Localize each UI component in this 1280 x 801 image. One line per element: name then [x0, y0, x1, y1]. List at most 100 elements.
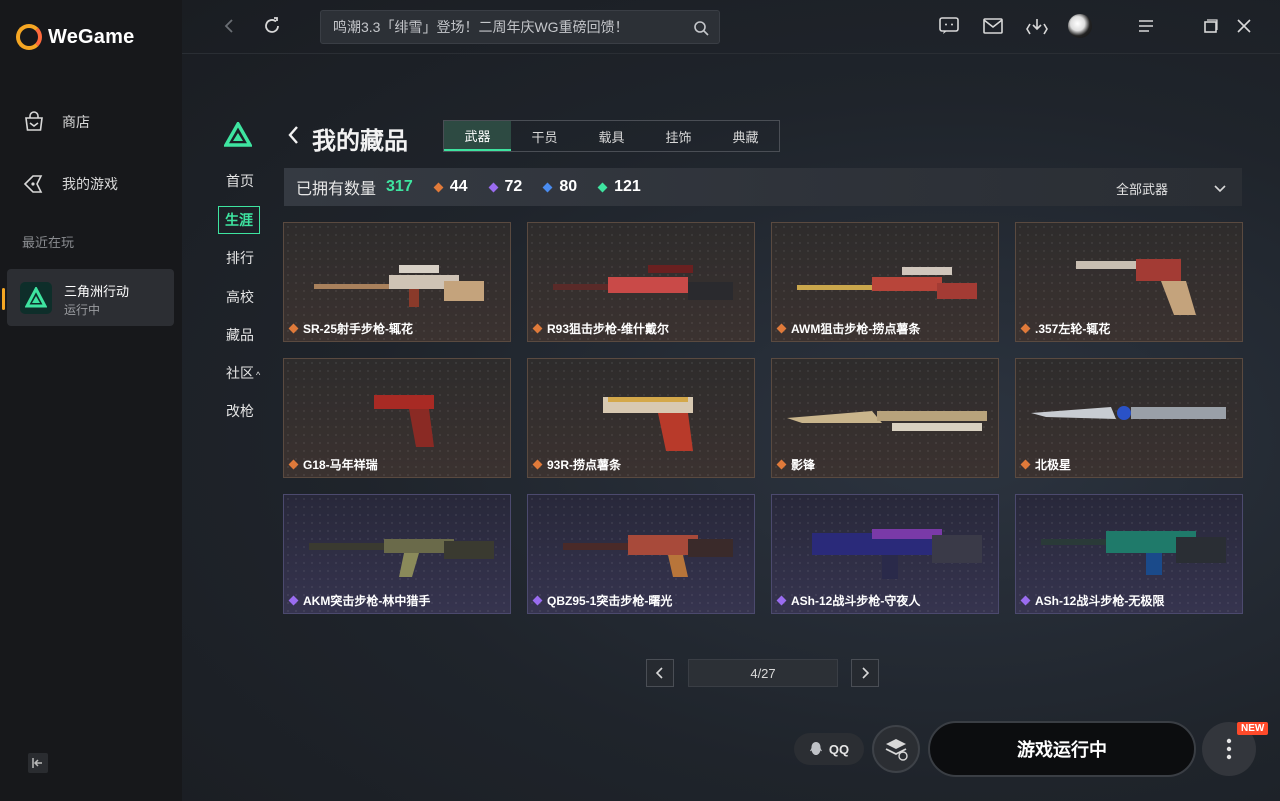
chat-button[interactable] [937, 14, 961, 38]
knife-icon [1031, 406, 1226, 420]
purple-rarity-icon [488, 182, 498, 192]
collapse-left-icon [32, 758, 42, 768]
item-card[interactable]: 北极星 [1015, 358, 1243, 478]
overlay-button[interactable] [872, 725, 920, 773]
orange-rarity-icon [288, 323, 299, 334]
game-running-button[interactable]: 游戏运行中 [928, 721, 1196, 777]
sidebar-item-store[interactable]: 商店 [22, 110, 90, 134]
close-button[interactable] [1232, 14, 1256, 38]
maximize-button[interactable] [1199, 14, 1223, 38]
wegame-logo[interactable]: WeGame [16, 24, 134, 50]
back-button[interactable] [218, 14, 242, 38]
green-rarity-icon [597, 182, 608, 192]
chevron-left-icon [224, 19, 233, 33]
item-card[interactable]: ASh-12战斗步枪-无极限 [1015, 494, 1243, 614]
pistol-icon [603, 397, 693, 451]
item-card[interactable]: SR-25射手步枪-辄花 [283, 222, 511, 342]
game-nav-label: 社区 [226, 365, 254, 381]
orange-rarity-icon [776, 459, 787, 470]
refresh-button[interactable] [260, 14, 284, 38]
game-logo-icon[interactable] [222, 120, 254, 153]
prev-page-button[interactable] [646, 659, 674, 687]
orange-rarity-icon [1020, 459, 1031, 470]
revolver-icon [1076, 259, 1196, 315]
item-card[interactable]: R93狙击步枪-维什戴尔 [527, 222, 755, 342]
chevron-left-icon [288, 126, 298, 144]
rarity-count-green: 121 [597, 178, 641, 196]
item-card[interactable]: AKM突击步枪-林中猎手 [283, 494, 511, 614]
item-name: 影锋 [776, 456, 815, 473]
store-bag-icon [25, 111, 43, 131]
collapse-sidebar-button[interactable] [28, 753, 48, 773]
item-card[interactable]: G18-马年祥瑞 [283, 358, 511, 478]
game-nav-gunsmith[interactable]: 改枪 [226, 401, 254, 421]
ownership-stats-bar: 已拥有数量 317 44 72 80 121 全部武器 [284, 168, 1242, 206]
item-name: G18-马年祥瑞 [288, 456, 378, 473]
app-sidebar: WeGame 商店 我的游戏 最近在玩 三角洲行动 运行中 [0, 0, 182, 801]
tab-collection[interactable]: 典藏 [712, 121, 779, 151]
search-input[interactable]: 鸣潮3.3「绯雪」登场！二周年庆WG重磅回馈！ [333, 17, 629, 37]
my-games-icon [23, 175, 43, 193]
game-nav-career[interactable]: 生涯 [218, 206, 260, 234]
category-tabs: 武器 干员 载具 挂饰 典藏 [443, 120, 780, 152]
qq-button[interactable]: QQ [794, 733, 864, 765]
purple-rarity-icon [1020, 595, 1031, 606]
next-page-button[interactable] [851, 659, 879, 687]
sidebar-item-my-games[interactable]: 我的游戏 [22, 172, 118, 196]
active-indicator [2, 288, 5, 310]
owned-count-label: 已拥有数量 [296, 181, 377, 198]
item-card[interactable]: AWM狙击步枪-捞点薯条 [771, 222, 999, 342]
item-card[interactable]: 影锋 [771, 358, 999, 478]
tab-weapons[interactable]: 武器 [444, 121, 511, 151]
item-card[interactable]: 93R-捞点薯条 [527, 358, 755, 478]
orange-rarity-icon [532, 459, 543, 470]
app-name: WeGame [48, 25, 135, 48]
page-title: 我的藏品 [312, 128, 408, 155]
wegame-logo-icon [16, 24, 42, 50]
weapon-filter-dropdown[interactable]: 全部武器 [1116, 179, 1226, 198]
sniper-rifle-icon [797, 267, 977, 299]
item-name: AWM狙击步枪-捞点薯条 [776, 320, 920, 337]
more-vertical-icon [1226, 738, 1232, 760]
game-nav-home[interactable]: 首页 [226, 171, 254, 191]
main-content: 鸣潮3.3「绯雪」登场！二周年庆WG重磅回馈！ 首页 生涯 排行 高校 藏品 社… [182, 0, 1280, 801]
recent-section-title: 最近在玩 [22, 235, 75, 250]
download-icon [1026, 19, 1048, 35]
tab-charms[interactable]: 挂饰 [645, 121, 712, 151]
pistol-icon [374, 395, 434, 447]
purple-rarity-icon [532, 595, 543, 606]
item-grid: SR-25射手步枪-辄花 R93狙击步枪-维什戴尔 AWM狙击步枪-捞点薯条 .… [283, 222, 1243, 614]
item-name: ASh-12战斗步枪-守夜人 [776, 592, 920, 609]
blue-rarity-icon [542, 182, 553, 192]
game-nav-ranking[interactable]: 排行 [226, 248, 254, 268]
page-back-button[interactable] [286, 124, 300, 151]
tab-operators[interactable]: 干员 [511, 121, 578, 151]
sniper-rifle-icon [553, 265, 733, 300]
chat-icon [939, 17, 959, 34]
item-card[interactable]: .357左轮-辄花 [1015, 222, 1243, 342]
item-name: .357左轮-辄花 [1020, 320, 1110, 337]
orange-rarity-icon [1020, 323, 1031, 334]
layers-icon [885, 739, 908, 761]
item-name: QBZ95-1突击步枪-曙光 [532, 592, 672, 609]
rarity-count-blue: 80 [542, 178, 577, 196]
game-nav-community[interactable]: 社区 ^ [226, 363, 260, 383]
download-button[interactable] [1025, 14, 1049, 38]
chevron-down-icon [1214, 184, 1226, 192]
purple-rarity-icon [288, 595, 299, 606]
game-nav-college[interactable]: 高校 [226, 287, 254, 307]
item-card[interactable]: ASh-12战斗步枪-守夜人 [771, 494, 999, 614]
mail-button[interactable] [981, 14, 1005, 38]
battle-rifle-icon [1041, 531, 1226, 575]
menu-icon [1139, 20, 1153, 32]
menu-button[interactable] [1134, 14, 1158, 38]
maximize-icon [1204, 19, 1218, 33]
search-icon[interactable] [693, 20, 709, 36]
item-card[interactable]: QBZ95-1突击步枪-曙光 [527, 494, 755, 614]
tab-vehicles[interactable]: 载具 [578, 121, 645, 151]
game-nav-collection[interactable]: 藏品 [226, 325, 254, 345]
assault-rifle-icon [309, 539, 494, 577]
search-bar[interactable]: 鸣潮3.3「绯雪」登场！二周年庆WG重磅回馈！ [320, 10, 720, 44]
caret-up-icon: ^ [256, 370, 261, 380]
user-avatar[interactable] [1068, 14, 1092, 38]
